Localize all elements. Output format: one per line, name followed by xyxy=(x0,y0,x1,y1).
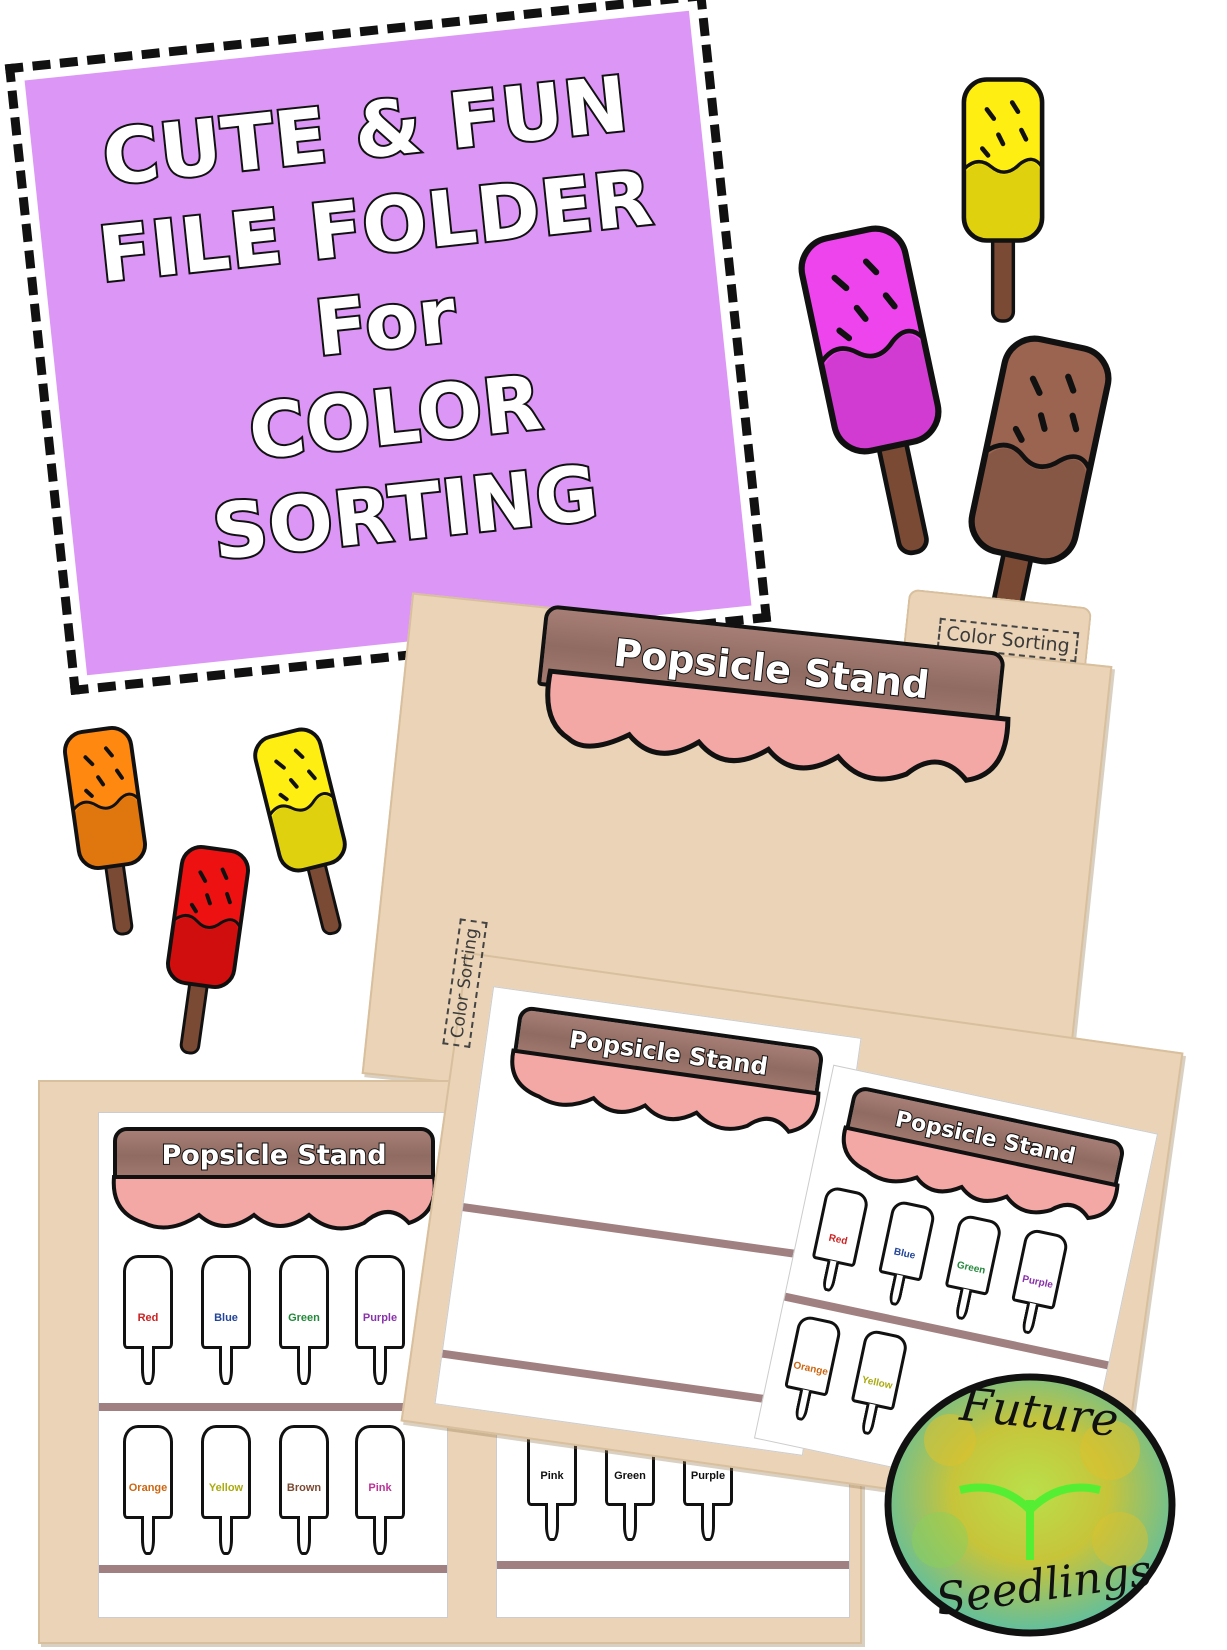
popsicle-body xyxy=(968,335,1112,565)
popsicle-sprinkle xyxy=(198,870,208,883)
popsicle-body xyxy=(63,726,147,870)
popsicle-label-yellow: Yellow xyxy=(208,1482,244,1495)
popsicle-sprinkle xyxy=(1019,127,1029,142)
popsicle-label-brown: Brown xyxy=(286,1482,322,1495)
popsicle-sprinkle xyxy=(205,893,212,906)
popsicle-sprinkle xyxy=(115,768,124,780)
popsicle-sprinkle xyxy=(103,746,114,758)
title-card: CUTE & FUN FILE FOLDER For COLOR SORTING xyxy=(0,0,780,704)
popsicle-label-green: Green xyxy=(614,1470,646,1483)
popsicle-sprinkle xyxy=(882,292,898,310)
popsicle-lower-shade xyxy=(972,448,1086,561)
popsicle-sprinkle xyxy=(220,867,229,880)
worksheet-left: Popsicle Stand Red Blue Green Purple Ora… xyxy=(98,1112,448,1618)
popsicle-sprinkle xyxy=(225,891,232,905)
popsicle-sprinkle xyxy=(274,759,286,770)
outline-popsicle: Red xyxy=(806,1185,871,1296)
outline-popsicle: Green xyxy=(279,1255,329,1385)
popsicle-body xyxy=(166,845,250,989)
outline-popsicle: Purple xyxy=(355,1255,405,1385)
popsicle-stick xyxy=(103,854,134,936)
popsicle-body xyxy=(961,77,1045,243)
popsicle-sprinkle xyxy=(1069,412,1080,433)
popsicle-sprinkle xyxy=(862,258,880,276)
popsicle-stick xyxy=(305,855,342,936)
popsicle-label-pink: Pink xyxy=(368,1482,392,1495)
outline-popsicle: Purple xyxy=(1005,1227,1070,1338)
popsicle-lower-shade xyxy=(168,917,238,986)
product-cover: CUTE & FUN FILE FOLDER For COLOR SORTING… xyxy=(0,0,1227,1650)
popsicle-label-purple: Purple xyxy=(362,1312,398,1325)
title-text: CUTE & FUN FILE FOLDER For COLOR SORTING xyxy=(42,50,729,594)
popsicle-sprinkle xyxy=(984,107,997,121)
popsicle-label-red: Red xyxy=(137,1312,159,1325)
outline-popsicle: Red xyxy=(123,1255,173,1385)
popsicle-sprinkle xyxy=(980,146,991,158)
popsicle-sprinkle xyxy=(1037,412,1048,432)
popsicle-sprinkle xyxy=(996,132,1006,147)
popsicle-sprinkle xyxy=(1029,375,1043,396)
popsicle-pink-large xyxy=(798,225,942,556)
outline-popsicle: Brown xyxy=(279,1425,329,1555)
popsicle-sprinkle xyxy=(293,748,305,759)
popsicle-stick xyxy=(179,973,210,1055)
outline-popsicle: Green xyxy=(939,1213,1004,1324)
popsicle-label-orange: Orange xyxy=(128,1482,168,1495)
popsicle-lower-shade xyxy=(75,796,145,867)
popsicle-drip-line xyxy=(962,157,1044,174)
outline-popsicle: Orange xyxy=(778,1314,843,1425)
popsicle-sprinkle xyxy=(278,792,289,802)
popsicle-label-purple: Purple xyxy=(690,1470,726,1483)
popsicle-drip-line xyxy=(984,442,1092,472)
popsicle-label-pink: Pink xyxy=(540,1470,564,1483)
popsicle-sprinkle xyxy=(1065,373,1077,394)
worksheet-left-awning xyxy=(111,1175,437,1231)
popsicle-sprinkle xyxy=(96,775,106,787)
worksheet-left-shelf-2 xyxy=(99,1565,447,1573)
popsicle-lower-shade xyxy=(824,334,938,451)
popsicle-sprinkle xyxy=(831,274,850,292)
outline-popsicle: Orange xyxy=(123,1425,173,1555)
popsicle-yellow-large xyxy=(961,77,1045,323)
popsicle-sprinkle xyxy=(1012,425,1025,443)
popsicle-drip-line xyxy=(173,913,242,929)
outline-popsicle: Blue xyxy=(201,1255,251,1385)
popsicle-drip-line xyxy=(71,792,140,812)
popsicle-lower-shade xyxy=(271,795,345,871)
popsicle-drip-line xyxy=(268,792,335,817)
popsicle-sprinkle xyxy=(84,788,94,798)
popsicle-body xyxy=(798,225,942,455)
popsicle-sprinkle xyxy=(836,327,853,342)
outline-popsicle: Yellow xyxy=(201,1425,251,1555)
worksheet-middle-shelf-2 xyxy=(441,1349,810,1410)
popsicle-lower-shade xyxy=(966,161,1040,239)
worksheet-left-shelf-1 xyxy=(99,1403,447,1411)
popsicle-stick xyxy=(990,227,1016,323)
worksheet-bottom-mid-shelf xyxy=(497,1561,849,1569)
popsicle-yellow-small xyxy=(253,727,347,936)
popsicle-red-small xyxy=(166,845,250,1055)
popsicle-label-blue: Blue xyxy=(214,1312,238,1325)
popsicle-sprinkle xyxy=(853,304,869,322)
popsicle-stick xyxy=(875,428,929,556)
popsicle-orange-small xyxy=(63,726,147,936)
popsicle-drip-line xyxy=(819,328,926,365)
outline-popsicle: Blue xyxy=(872,1199,937,1310)
popsicle-body xyxy=(253,727,347,873)
popsicle-sprinkle xyxy=(189,902,198,914)
worksheet-middle-shelf-1 xyxy=(462,1203,831,1263)
popsicle-sprinkle xyxy=(83,755,95,767)
popsicle-sprinkle xyxy=(289,778,299,789)
outline-popsicle: Pink xyxy=(355,1425,405,1555)
popsicle-sprinkle xyxy=(1009,100,1021,115)
popsicle-label-green: Green xyxy=(288,1312,320,1325)
popsicle-sprinkle xyxy=(307,769,317,781)
